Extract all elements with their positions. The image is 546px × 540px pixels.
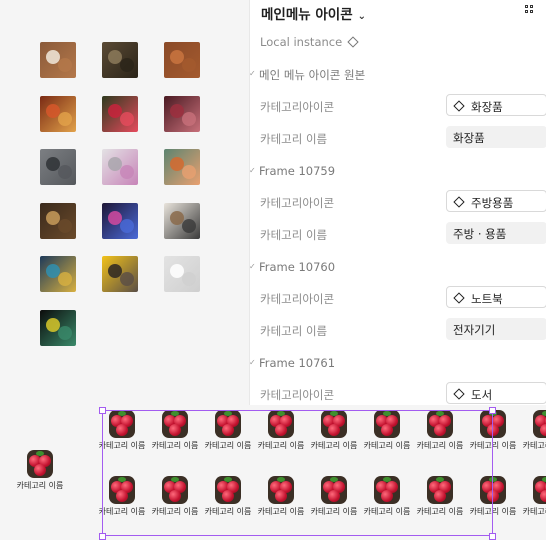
laptop-thumbnail[interactable] bbox=[102, 149, 138, 185]
properties-panel: 메인메뉴 아이콘 ⌄ Local instance ✓ 메인 메뉴 아이콘 원본 … bbox=[249, 0, 546, 405]
section-frame-10759[interactable]: ✓ Frame 10759 bbox=[249, 164, 336, 178]
component-title[interactable]: 메인메뉴 아이콘 ⌄ bbox=[261, 3, 366, 23]
icon-prop-select[interactable]: 도서 bbox=[446, 382, 546, 404]
section-title: Frame 10760 bbox=[259, 260, 336, 274]
icon-prop-select[interactable]: 노트북 bbox=[446, 286, 546, 308]
section-frame-10761[interactable]: ✓ Frame 10761 bbox=[249, 356, 336, 370]
component-diamond-icon bbox=[453, 100, 465, 112]
section-title: Frame 10761 bbox=[259, 356, 336, 370]
radish-icon bbox=[533, 476, 546, 504]
component-diamond-icon bbox=[453, 292, 465, 304]
icon-prop-value: 노트북 bbox=[471, 292, 503, 306]
radish-icon bbox=[533, 410, 546, 438]
section-source[interactable]: ✓ 메인 메뉴 아이콘 원본 bbox=[249, 67, 366, 83]
bookshelf-thumbnail[interactable] bbox=[40, 256, 76, 292]
local-instance-row[interactable]: Local instance bbox=[260, 35, 359, 49]
collapse-caret-icon[interactable]: ✓ bbox=[249, 262, 256, 271]
icon-prop-select[interactable]: 주방용품 bbox=[446, 190, 546, 212]
instance-caption: 카테고리 이름 bbox=[522, 441, 546, 450]
pug-thumbnail[interactable] bbox=[102, 256, 138, 292]
resize-handle-top-left[interactable] bbox=[99, 407, 106, 414]
icon-prop-label: 카테고리아이콘 bbox=[260, 100, 335, 114]
fish-thumbnail[interactable] bbox=[40, 309, 76, 346]
eggs-bowl-thumbnail[interactable] bbox=[40, 42, 76, 78]
category-instance[interactable]: 카테고리 이름 bbox=[519, 410, 546, 470]
wine-thumbnail[interactable] bbox=[40, 202, 76, 239]
local-instance-label: Local instance bbox=[260, 35, 343, 49]
icon-prop-label: 카테고리아이콘 bbox=[260, 196, 335, 210]
instance-caption: 카테고리 이름 bbox=[522, 507, 546, 516]
collapse-caret-icon[interactable]: ✓ bbox=[249, 69, 256, 78]
icon-prop-value: 화장품 bbox=[471, 100, 503, 114]
chair-thumbnail[interactable] bbox=[164, 256, 200, 292]
icon-prop-label: 카테고리아이콘 bbox=[260, 292, 335, 306]
component-diamond-icon bbox=[453, 388, 465, 400]
keyboard-thumbnail[interactable] bbox=[102, 202, 138, 239]
radish-icon bbox=[27, 450, 53, 478]
component-diamond-icon bbox=[347, 36, 359, 48]
name-prop-input[interactable]: 전자기기 bbox=[446, 318, 546, 340]
section-title: Frame 10759 bbox=[259, 164, 336, 178]
meat-thumbnail[interactable] bbox=[164, 95, 200, 132]
main-component[interactable]: 카테고리 이름 bbox=[13, 450, 67, 510]
icon-prop-value: 주방용품 bbox=[471, 196, 514, 210]
radishes-thumbnail[interactable] bbox=[102, 95, 138, 132]
name-prop-value: 화장품 bbox=[453, 131, 485, 145]
sofa-thumbnail[interactable] bbox=[164, 149, 200, 185]
books-thumbnail[interactable] bbox=[164, 202, 200, 239]
resize-handle-bottom-right[interactable] bbox=[489, 533, 496, 540]
grid-icon[interactable] bbox=[525, 5, 537, 17]
name-prop-label: 카테고리 이름 bbox=[260, 324, 328, 338]
collapse-caret-icon[interactable]: ✓ bbox=[249, 358, 256, 367]
name-prop-label: 카테고리 이름 bbox=[260, 132, 328, 146]
name-prop-value: 주방 · 용품 bbox=[453, 227, 507, 241]
selection-frame[interactable] bbox=[102, 410, 493, 536]
name-prop-input[interactable]: 화장품 bbox=[446, 126, 546, 148]
category-instance[interactable]: 카테고리 이름 bbox=[519, 476, 546, 536]
name-prop-value: 전자기기 bbox=[453, 323, 496, 337]
pans-thumbnail[interactable] bbox=[40, 149, 76, 185]
section-frame-10760[interactable]: ✓ Frame 10760 bbox=[249, 260, 336, 274]
icon-prop-select[interactable]: 화장품 bbox=[446, 94, 546, 116]
component-title-text: 메인메뉴 아이콘 bbox=[261, 7, 353, 23]
name-prop-input[interactable]: 주방 · 용품 bbox=[446, 222, 546, 244]
icon-prop-label: 카테고리아이콘 bbox=[260, 388, 335, 402]
sausages-thumbnail[interactable] bbox=[40, 95, 76, 132]
resize-handle-top-right[interactable] bbox=[489, 407, 496, 414]
brown-eggs-thumbnail[interactable] bbox=[164, 42, 200, 78]
collapse-caret-icon[interactable]: ✓ bbox=[249, 166, 256, 175]
icon-prop-value: 도서 bbox=[471, 388, 493, 402]
chevron-down-icon[interactable]: ⌄ bbox=[358, 11, 366, 22]
component-caption: 카테고리 이름 bbox=[16, 481, 64, 490]
component-diamond-icon bbox=[453, 196, 465, 208]
name-prop-label: 카테고리 이름 bbox=[260, 228, 328, 242]
resize-handle-bottom-left[interactable] bbox=[99, 533, 106, 540]
cookware-thumbnail[interactable] bbox=[102, 42, 138, 78]
section-title: 메인 메뉴 아이콘 원본 bbox=[259, 68, 366, 82]
